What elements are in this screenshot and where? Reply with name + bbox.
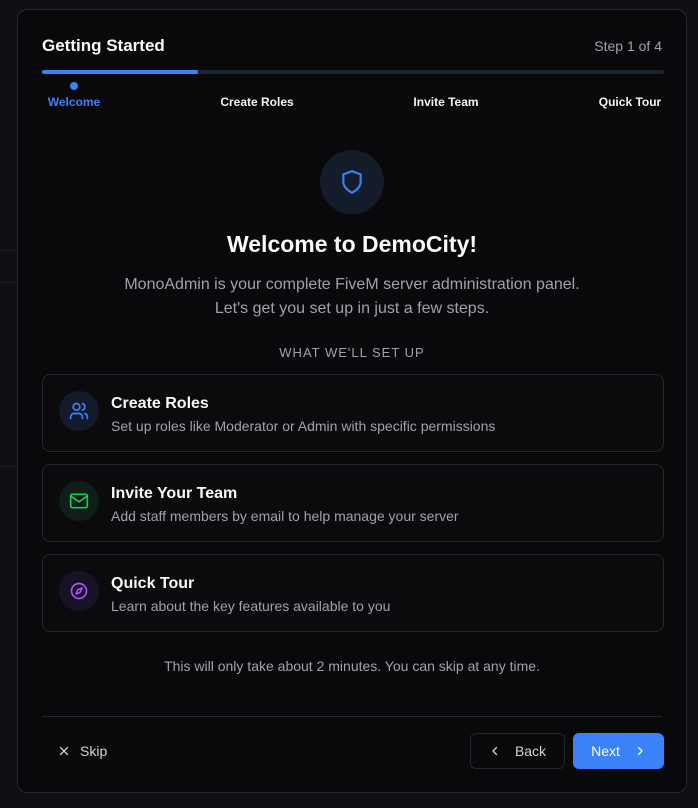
shield-icon xyxy=(320,150,384,214)
active-step-dot xyxy=(70,82,78,90)
welcome-subtitle: MonoAdmin is your complete FiveM server … xyxy=(124,276,580,317)
setup-card-invite-team: Invite Your Team Add staff members by em… xyxy=(42,464,664,542)
skip-button[interactable]: Skip xyxy=(42,733,123,769)
card-description: Set up roles like Moderator or Admin wit… xyxy=(111,418,496,434)
setup-card-quick-tour: Quick Tour Learn about the key features … xyxy=(42,554,664,632)
step-label: Invite Team xyxy=(413,95,479,109)
step-quick-tour: Quick Tour xyxy=(596,82,664,109)
card-title: Quick Tour xyxy=(111,575,195,592)
close-icon xyxy=(59,746,69,756)
step-label: Create Roles xyxy=(220,95,294,109)
mail-icon xyxy=(59,481,99,521)
card-title: Invite Your Team xyxy=(111,485,238,502)
step-label: Welcome xyxy=(47,95,101,109)
step-invite-team: Invite Team xyxy=(410,82,482,109)
card-title: Create Roles xyxy=(111,395,209,412)
dialog-title: Getting Started xyxy=(42,36,165,55)
step-create-roles: Create Roles xyxy=(218,82,296,109)
section-label: WHAT WE'LL SET UP xyxy=(279,345,425,360)
compass-icon xyxy=(59,571,99,611)
progress-bar xyxy=(42,70,664,74)
next-label: Next xyxy=(591,743,620,759)
dialog-header: Getting Started Step 1 of 4 xyxy=(42,34,662,58)
step-label: Quick Tour xyxy=(598,95,662,109)
backdrop-divider xyxy=(0,466,18,467)
chevron-left-icon xyxy=(492,746,498,756)
chevron-right-icon xyxy=(637,746,643,756)
step-welcome: Welcome xyxy=(46,82,102,109)
card-description: Learn about the key features available t… xyxy=(111,598,391,614)
back-button[interactable]: Back xyxy=(470,733,565,769)
next-button[interactable]: Next xyxy=(573,733,664,769)
setup-card-create-roles: Create Roles Set up roles like Moderator… xyxy=(42,374,664,452)
step-indicator: Welcome Create Roles Invite Team Quick T… xyxy=(42,82,664,112)
footer-divider xyxy=(42,716,662,717)
backdrop-divider xyxy=(0,250,18,251)
backdrop-divider xyxy=(0,282,18,283)
users-icon xyxy=(59,391,99,431)
step-counter: Step 1 of 4 xyxy=(594,38,662,54)
card-description: Add staff members by email to help manag… xyxy=(111,508,459,524)
progress-fill xyxy=(42,70,198,74)
onboarding-dialog: Getting Started Step 1 of 4 Welcome Crea… xyxy=(17,9,687,793)
time-note: This will only take about 2 minutes. You… xyxy=(164,658,540,674)
welcome-heading: Welcome to DemoCity! xyxy=(226,231,478,257)
back-label: Back xyxy=(514,743,547,759)
skip-label: Skip xyxy=(80,743,108,759)
